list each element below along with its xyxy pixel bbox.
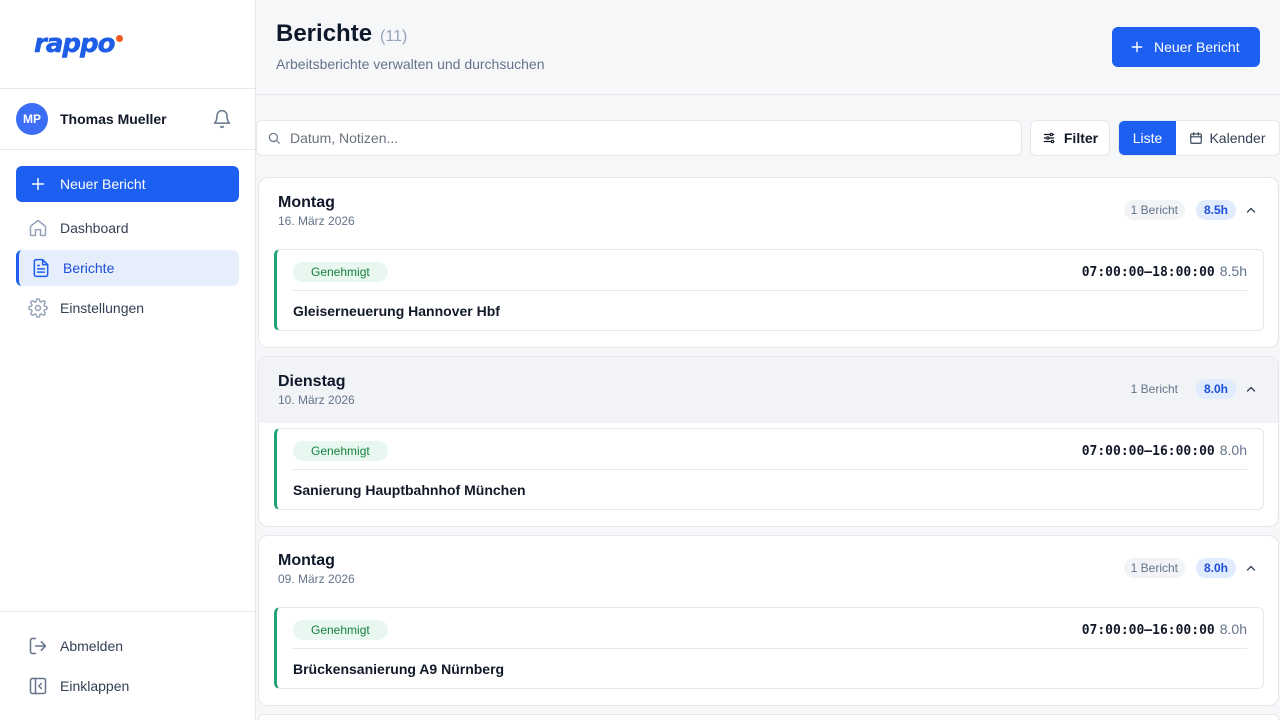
day-weekday: Montag — [278, 552, 335, 569]
day-weekday: Dienstag — [278, 373, 346, 390]
time-range: 07:00:00–18:00:00 — [1081, 265, 1215, 280]
hours-badge: 8.0h — [1195, 379, 1236, 399]
chevron-up-icon[interactable] — [1245, 383, 1257, 395]
report-time: 07:00:00–16:00:00 8.0h — [1082, 621, 1247, 638]
sidebar-new-report-button[interactable]: Neuer Bericht — [16, 166, 239, 202]
sidebar-item-label: Dashboard — [60, 220, 129, 236]
sidebar-item-einstellungen[interactable]: Einstellungen — [16, 290, 239, 326]
sidebar-divider — [0, 88, 255, 89]
report-hours: 8.0h — [1219, 621, 1247, 637]
day-group-header[interactable]: Dienstag 10. März 2026 1 Bericht 8.0h — [259, 357, 1278, 423]
sidebar-new-report-label: Neuer Bericht — [60, 176, 146, 192]
time-range: 07:00:00–16:00:00 — [1081, 444, 1215, 459]
day-group-header[interactable]: Montag 16. März 2026 1 Bericht 8.5h — [259, 178, 1278, 244]
report-count-badge: 1 Bericht — [1123, 200, 1185, 220]
page-title: Berichte — [276, 20, 373, 47]
project-name: Brückensanierung A9 Nürnberg — [293, 661, 505, 677]
logo-text: rappo — [34, 29, 116, 60]
report-divider — [293, 648, 1247, 649]
rappo-logo[interactable]: rappo — [34, 28, 124, 60]
sidebar-item-label: Einstellungen — [60, 300, 145, 316]
sidebar-item-dashboard[interactable]: Dashboard — [16, 210, 239, 246]
status-badge: Genehmigt — [293, 441, 388, 461]
search-icon — [268, 132, 280, 144]
collapse-icon — [29, 677, 47, 695]
logout-button[interactable]: Abmelden — [16, 630, 123, 662]
avatar[interactable]: MP — [16, 103, 48, 135]
time-range: 07:00:00–16:00:00 — [1081, 623, 1215, 638]
user-name: Thomas Mueller — [60, 111, 167, 127]
day-date: 10. März 2026 — [278, 393, 355, 407]
search-box[interactable] — [256, 120, 1022, 156]
view-calendar-label: Kalender — [1209, 130, 1266, 146]
project-name: Sanierung Hauptbahnhof München — [293, 482, 526, 498]
report-hours: 8.5h — [1219, 263, 1247, 279]
day-group: Montag 16. März 2026 1 Bericht 8.5h Gene… — [258, 177, 1279, 348]
view-toggle: Liste Kalender — [1118, 120, 1280, 156]
page-header: Berichte (11) Arbeitsberichte verwalten … — [256, 0, 1280, 95]
hours-badge: 8.5h — [1195, 200, 1236, 220]
report-count-badge: 1 Bericht — [1123, 379, 1185, 399]
file-text-icon — [33, 258, 49, 278]
collapse-label: Einklappen — [60, 678, 130, 694]
hours-badge: 8.0h — [1195, 558, 1236, 578]
day-group-header[interactable]: Montag 09. März 2026 1 Bericht 8.0h — [259, 536, 1278, 602]
report-count: (11) — [380, 28, 408, 45]
logo-dot — [116, 34, 124, 42]
toolbar: Filter Liste Kalender — [256, 120, 1280, 156]
status-badge: Genehmigt — [293, 620, 388, 640]
day-group: Dienstag 10. März 2026 1 Bericht 8.0h Ge… — [258, 356, 1279, 527]
page-title-group: Berichte (11) — [276, 20, 407, 48]
bell-icon[interactable] — [212, 109, 232, 129]
view-list-button[interactable]: Liste — [1119, 121, 1176, 155]
sidebar-divider — [0, 149, 255, 150]
gear-icon — [28, 298, 48, 318]
search-input[interactable] — [290, 130, 990, 146]
status-badge: Genehmigt — [293, 262, 388, 282]
logout-icon — [29, 637, 47, 655]
calendar-icon — [1190, 132, 1203, 144]
day-group: Montag 09. März 2026 1 Bericht 8.0h Gene… — [258, 535, 1279, 706]
logout-label: Abmelden — [60, 638, 124, 654]
report-count-badge: 1 Bericht — [1123, 558, 1185, 578]
new-report-label: Neuer Bericht — [1154, 39, 1240, 55]
plus-icon — [31, 177, 45, 191]
report-hours: 8.0h — [1219, 442, 1247, 458]
sidebar-item-berichte[interactable]: Berichte — [16, 250, 239, 286]
day-group-partial — [258, 714, 1279, 720]
user-profile[interactable]: MP Thomas Mueller — [16, 103, 238, 135]
sliders-icon — [1043, 132, 1055, 144]
day-weekday: Montag — [278, 194, 335, 211]
report-card[interactable]: Genehmigt 07:00:00–18:00:00 8.5h Gleiser… — [274, 249, 1264, 331]
report-divider — [293, 469, 1247, 470]
chevron-up-icon[interactable] — [1245, 562, 1257, 574]
report-divider — [293, 290, 1247, 291]
report-card[interactable]: Genehmigt 07:00:00–16:00:00 8.0h Brücken… — [274, 607, 1264, 689]
report-time: 07:00:00–16:00:00 8.0h — [1082, 442, 1247, 459]
sidebar-item-label: Berichte — [63, 260, 115, 276]
plus-icon — [1131, 41, 1143, 53]
project-name: Gleiserneuerung Hannover Hbf — [293, 303, 500, 319]
report-time: 07:00:00–18:00:00 8.5h — [1082, 263, 1247, 280]
view-calendar-button[interactable]: Kalender — [1176, 121, 1279, 155]
filter-button[interactable]: Filter — [1030, 120, 1110, 156]
report-card[interactable]: Genehmigt 07:00:00–16:00:00 8.0h Sanieru… — [274, 428, 1264, 510]
home-icon — [29, 219, 47, 237]
sidebar: rappo MP Thomas Mueller Neuer Bericht Da… — [0, 0, 256, 720]
sidebar-divider — [0, 611, 255, 612]
collapse-sidebar-button[interactable]: Einklappen — [16, 670, 129, 702]
page-subtitle: Arbeitsberichte verwalten und durchsuche… — [276, 56, 545, 72]
new-report-button[interactable]: Neuer Bericht — [1112, 27, 1260, 67]
chevron-up-icon[interactable] — [1245, 204, 1257, 216]
day-date: 09. März 2026 — [278, 572, 355, 586]
day-date: 16. März 2026 — [278, 214, 355, 228]
filter-label: Filter — [1063, 130, 1099, 146]
